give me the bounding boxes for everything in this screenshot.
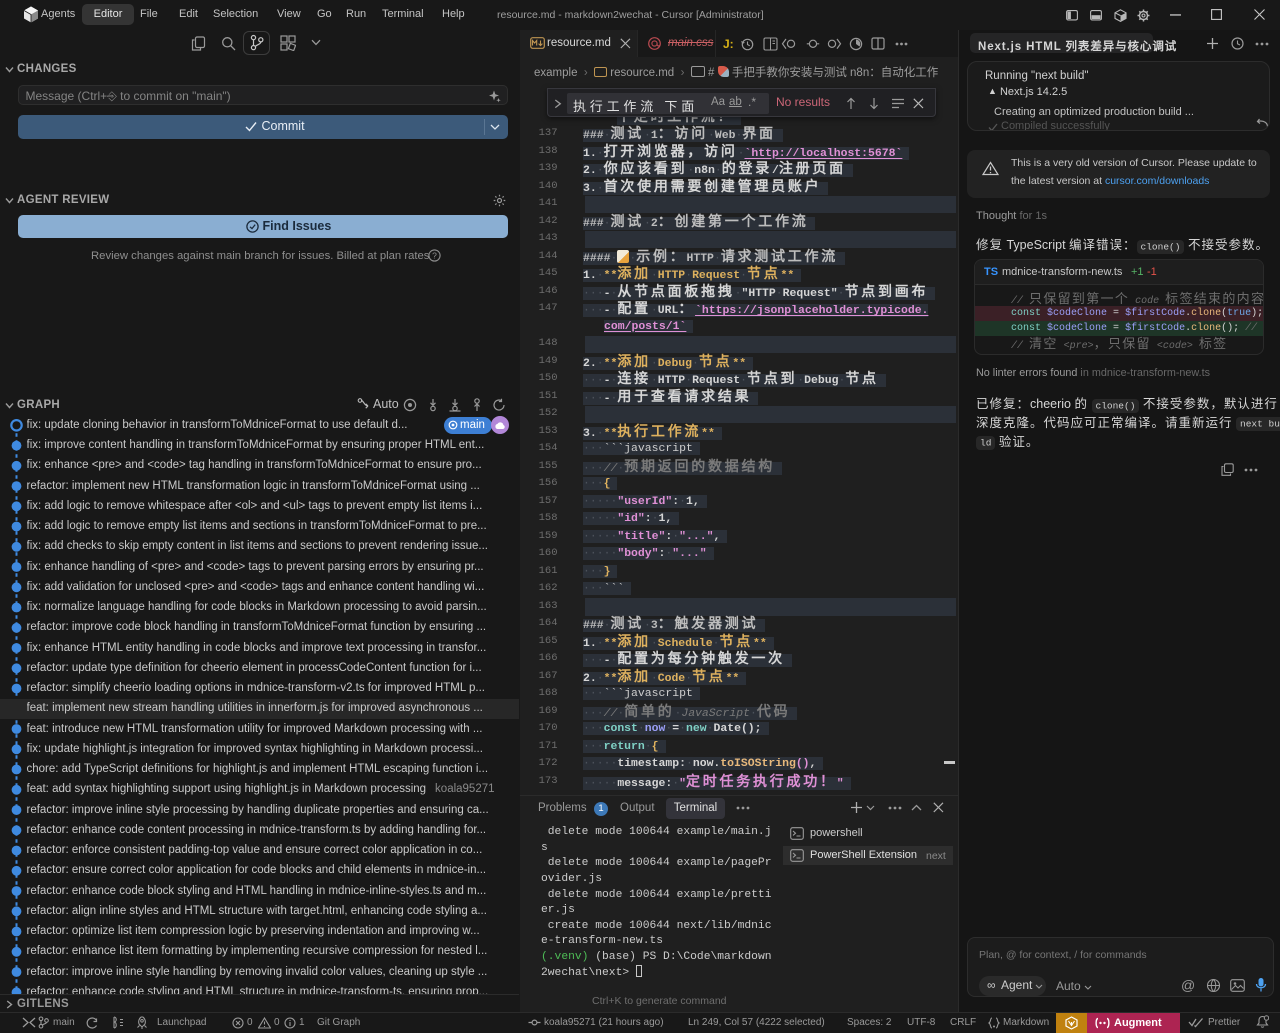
svg-text:?: ? — [432, 250, 437, 260]
